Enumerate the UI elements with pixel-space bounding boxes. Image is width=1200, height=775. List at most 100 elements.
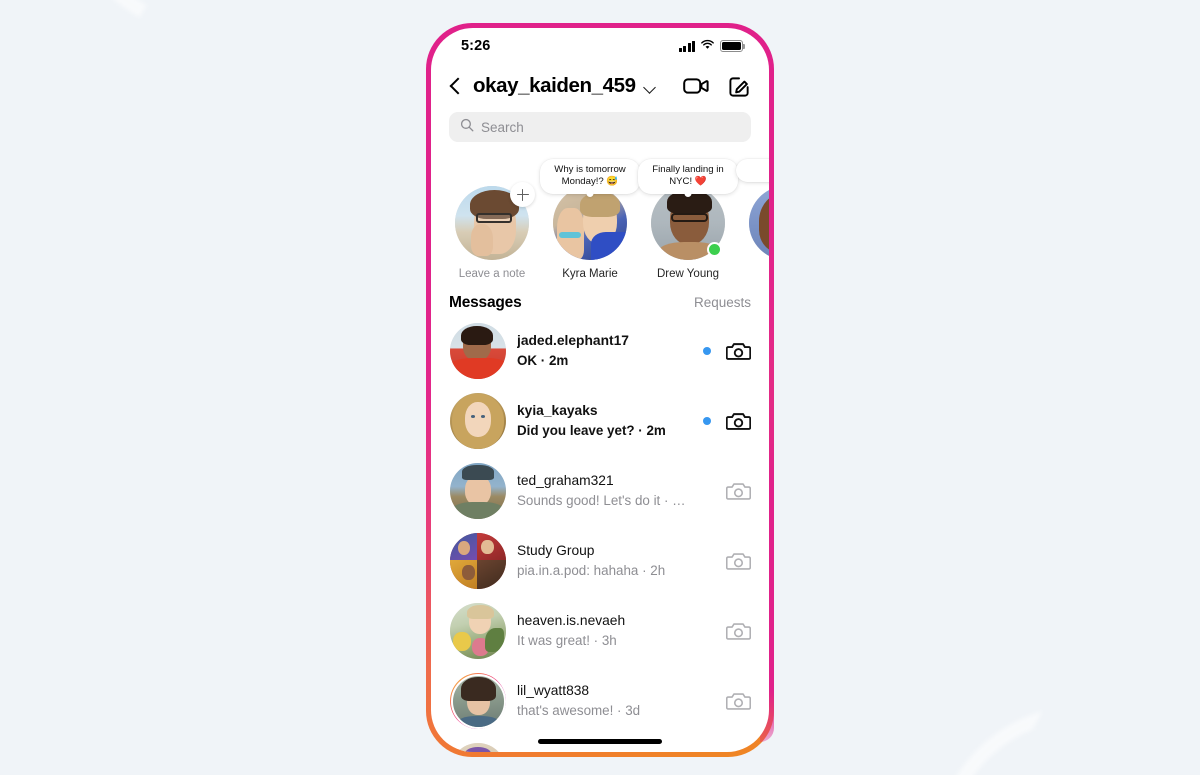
avatar[interactable]: [450, 323, 506, 379]
avatar-image-holder[interactable]: [450, 463, 506, 519]
cellular-signal-icon: [678, 40, 695, 52]
note-item-jad[interactable]: Ga wJad: [736, 158, 769, 280]
conversation-row[interactable]: Study Group pia.in.a.pod: hahaha · 2h: [431, 526, 769, 596]
conversation-row-actions: [703, 410, 751, 432]
search-placeholder: Search: [481, 119, 524, 135]
wifi-icon: [700, 37, 715, 55]
requests-link[interactable]: Requests: [694, 295, 751, 310]
camera-icon[interactable]: [726, 620, 751, 642]
add-note-plus-icon[interactable]: [510, 182, 535, 207]
note-bubble[interactable]: Ga w: [736, 159, 769, 182]
account-name[interactable]: okay_kaiden_459: [473, 74, 636, 98]
camera-icon[interactable]: [726, 340, 751, 362]
unread-indicator-dot: [703, 347, 711, 355]
camera-icon[interactable]: [726, 550, 751, 572]
avatar-image-holder[interactable]: [451, 674, 506, 729]
avatar[interactable]: [450, 463, 506, 519]
conversation-text: kyia_kayaks Did you leave yet? · 2m: [517, 402, 692, 440]
conversation-row-actions: [703, 550, 751, 572]
phone-screen: 5:26 okay_kaiden_459 Search Leave a note…: [431, 28, 769, 752]
conversation-preview: pia.in.a.pod: hahaha · 2h: [517, 562, 666, 578]
conversation-name: kyia_kayaks: [517, 402, 598, 418]
avatar-image: [450, 323, 506, 379]
conversation-text: lil_wyatt838 that's awesome! · 3d: [517, 682, 692, 720]
avatar[interactable]: [553, 186, 627, 260]
conversation-preview: Did you leave yet? · 2m: [517, 422, 666, 438]
camera-icon[interactable]: [726, 410, 751, 432]
note-item-kyra-marie[interactable]: Why is tomorrow Monday!? 😅 Kyra Marie: [540, 158, 640, 280]
conversation-row[interactable]: ted_graham321 Sounds good! Let's do it · …: [431, 456, 769, 526]
conversation-row-actions: [703, 690, 751, 712]
conversation-preview: It was great! · 3h: [517, 632, 617, 648]
phone-frame: 5:26 okay_kaiden_459 Search Leave a note…: [426, 23, 774, 757]
avatar-image: [450, 603, 506, 659]
camera-icon[interactable]: [726, 690, 751, 712]
note-label: Drew Young: [656, 268, 720, 280]
avatar-image: [453, 676, 504, 727]
note-avatar-slot[interactable]: [553, 186, 627, 260]
avatar[interactable]: [749, 186, 769, 260]
avatar-image-holder[interactable]: [450, 533, 506, 589]
conversation-name: heaven.is.nevaeh: [517, 612, 626, 628]
note-avatar-slot[interactable]: [651, 186, 725, 260]
video-camera-icon[interactable]: [683, 76, 709, 96]
status-time: 5:26: [461, 38, 491, 54]
avatar-image-holder[interactable]: [450, 323, 506, 379]
avatar[interactable]: [450, 393, 506, 449]
note-bubble[interactable]: Why is tomorrow Monday!? 😅: [540, 159, 640, 194]
conversation-row[interactable]: jaded.elephant17 OK · 2m: [431, 316, 769, 386]
avatar[interactable]: [450, 603, 506, 659]
conversation-row[interactable]: heaven.is.nevaeh It was great! · 3h: [431, 596, 769, 666]
avatar-image: [450, 533, 506, 589]
search-icon: [460, 118, 474, 137]
search-input[interactable]: Search: [449, 112, 751, 142]
conversation-row-actions: [703, 340, 751, 362]
conversation-row[interactable]: lil_wyatt838 that's awesome! · 3d: [431, 666, 769, 736]
avatar-image: [450, 743, 506, 752]
home-indicator: [538, 739, 662, 744]
conversation-name: jaded.elephant17: [517, 332, 629, 348]
avatar-image: [749, 186, 769, 260]
avatar-image: [553, 186, 627, 260]
avatar[interactable]: [450, 743, 506, 752]
conversation-text: jaded.elephant17 OK · 2m: [517, 332, 692, 370]
back-chevron-icon[interactable]: [445, 73, 467, 99]
search-container: Search: [431, 108, 769, 152]
online-status-dot: [707, 242, 722, 257]
conversation-preview: Sounds good! Let's do it · 45m: [517, 492, 692, 508]
status-icons: [678, 37, 745, 55]
decorative-arc-top-left: [68, 0, 254, 72]
conversation-name: lil_wyatt838: [517, 682, 590, 698]
conversation-text: ted_graham321 Sounds good! Let's do it · …: [517, 472, 692, 510]
camera-icon[interactable]: [726, 480, 751, 502]
note-bubble[interactable]: Finally landing in NYC! ❤️: [638, 159, 738, 194]
avatar-image-holder[interactable]: [450, 393, 506, 449]
avatar-image: [450, 393, 506, 449]
avatar-with-story-ring[interactable]: [450, 673, 506, 729]
note-label: Kyra Marie: [562, 268, 618, 280]
conversation-list: jaded.elephant17 OK · 2m kyia_kayaks Did yo…: [431, 316, 769, 752]
conversation-preview: that's awesome! · 3d: [517, 702, 641, 718]
note-label: Leave a note: [458, 268, 526, 280]
avatar[interactable]: [450, 533, 506, 589]
conversation-text: Study Group pia.in.a.pod: hahaha · 2h: [517, 542, 692, 580]
avatar-image-holder[interactable]: [450, 603, 506, 659]
topbar-actions: [683, 75, 751, 98]
conversation-row[interactable]: kyia_kayaks Did you leave yet? · 2m: [431, 386, 769, 456]
app-top-bar: okay_kaiden_459: [431, 64, 769, 108]
note-item-drew-young[interactable]: Finally landing in NYC! ❤️ Drew Young: [638, 158, 738, 280]
conversation-preview: OK · 2m: [517, 352, 569, 368]
compose-new-message-icon[interactable]: [728, 75, 751, 98]
page-title: Messages: [449, 294, 522, 311]
decorative-arc-bottom-right: [898, 711, 1084, 775]
status-bar: 5:26: [431, 28, 769, 64]
chevron-down-icon[interactable]: [643, 81, 657, 95]
battery-full-icon: [720, 40, 745, 52]
notes-row[interactable]: Leave a note Why is tomorrow Monday!? 😅 Ky…: [431, 152, 769, 284]
note-avatar-slot[interactable]: [455, 182, 535, 260]
note-avatar-slot[interactable]: [749, 186, 769, 260]
conversation-row-actions: [703, 480, 751, 502]
note-item-leave-a-note[interactable]: Leave a note: [450, 158, 535, 280]
avatar-image-holder[interactable]: [450, 743, 506, 752]
unread-indicator-dot: [703, 417, 711, 425]
